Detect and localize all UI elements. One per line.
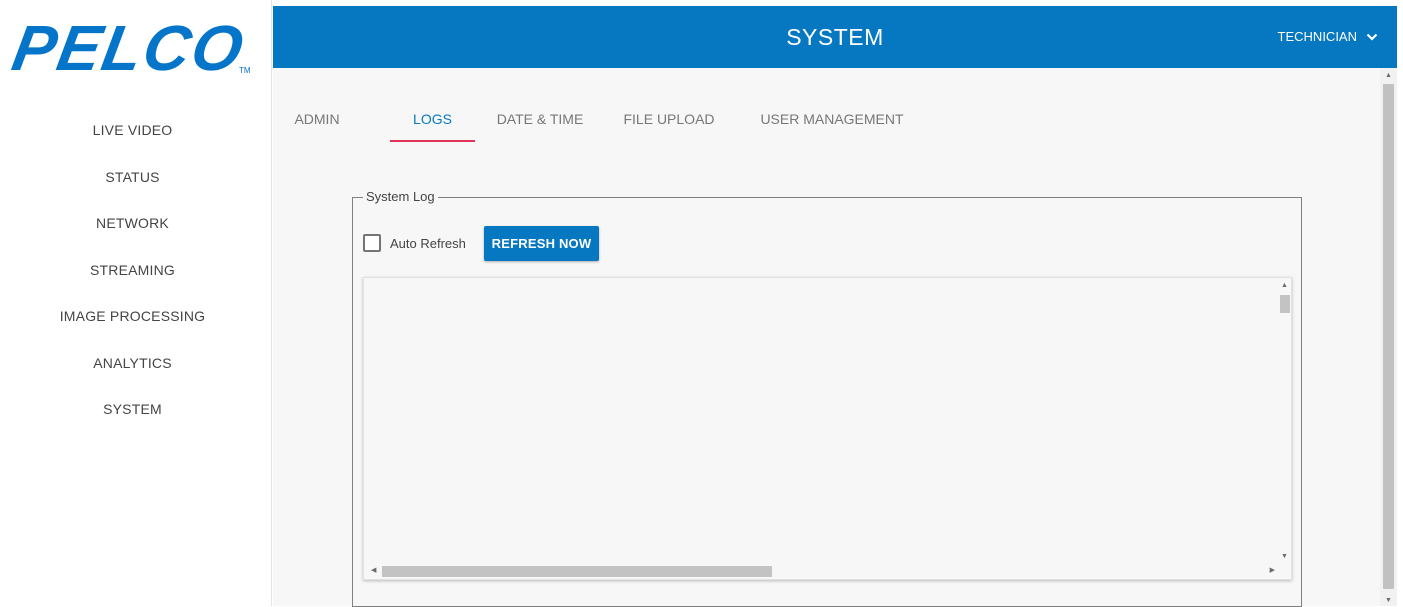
pelco-logo: PELCO TM	[7, 12, 258, 84]
sidebar-item-streaming[interactable]: STREAMING	[0, 247, 265, 294]
scroll-left-arrow-icon[interactable]: ◀	[371, 567, 376, 575]
tab-logs[interactable]: LOGS	[390, 98, 475, 142]
auto-refresh-label: Auto Refresh	[390, 235, 466, 251]
log-vertical-scrollbar[interactable]: ▲ ▼	[1276, 279, 1290, 561]
auto-refresh-control[interactable]: Auto Refresh	[363, 234, 466, 252]
system-log-panel: System Log Auto Refresh REFRESH NOW ▲ ▼ …	[352, 189, 1302, 607]
sidebar-item-live-video[interactable]: LIVE VIDEO	[0, 107, 265, 154]
log-horizontal-scrollbar[interactable]: ◀ ▶	[365, 562, 1275, 578]
chevron-down-icon	[1366, 33, 1378, 41]
tab-admin[interactable]: ADMIN	[273, 98, 361, 142]
page-scroll-thumb[interactable]	[1383, 84, 1394, 589]
log-content	[372, 286, 1267, 555]
system-log-legend: System Log	[363, 189, 438, 205]
tab-date-time[interactable]: DATE & TIME	[487, 98, 593, 142]
app-header: SYSTEM TECHNICIAN	[273, 6, 1397, 68]
page-title: SYSTEM	[786, 24, 884, 50]
user-name: TECHNICIAN	[1277, 29, 1357, 44]
scroll-right-arrow-icon[interactable]: ▶	[1270, 567, 1275, 575]
sidebar-item-system[interactable]: SYSTEM	[0, 386, 265, 433]
log-horizontal-scroll-thumb[interactable]	[382, 566, 772, 577]
logo-trademark: TM	[239, 66, 251, 75]
main-content: ADMIN LOGS DATE & TIME FILE UPLOAD USER …	[273, 68, 1380, 607]
scroll-down-arrow-icon[interactable]: ▼	[1281, 553, 1288, 561]
logo-text: PELCO	[7, 12, 251, 84]
sidebar-item-analytics[interactable]: ANALYTICS	[0, 340, 265, 387]
page-scroll-down-arrow-icon[interactable]: ▼	[1385, 597, 1392, 605]
sidebar: PELCO TM LIVE VIDEO STATUS NETWORK STREA…	[0, 0, 272, 606]
tab-file-upload[interactable]: FILE UPLOAD	[617, 98, 721, 142]
user-menu[interactable]: TECHNICIAN	[1278, 6, 1379, 68]
sidebar-item-network[interactable]: NETWORK	[0, 200, 265, 247]
log-textarea[interactable]: ▲ ▼ ◀ ▶	[363, 277, 1292, 580]
tab-user-management[interactable]: USER MANAGEMENT	[751, 98, 913, 142]
page-scroll-up-arrow-icon[interactable]: ▲	[1385, 72, 1392, 80]
page-vertical-scrollbar[interactable]: ▲ ▼	[1380, 68, 1397, 606]
sidebar-nav: LIVE VIDEO STATUS NETWORK STREAMING IMAG…	[0, 107, 265, 433]
sidebar-item-image-processing[interactable]: IMAGE PROCESSING	[0, 293, 265, 340]
sidebar-item-status[interactable]: STATUS	[0, 154, 265, 201]
refresh-now-button[interactable]: REFRESH NOW	[484, 226, 599, 261]
scroll-up-arrow-icon[interactable]: ▲	[1281, 282, 1288, 290]
auto-refresh-checkbox[interactable]	[363, 234, 381, 252]
log-vertical-scroll-thumb[interactable]	[1280, 295, 1290, 313]
